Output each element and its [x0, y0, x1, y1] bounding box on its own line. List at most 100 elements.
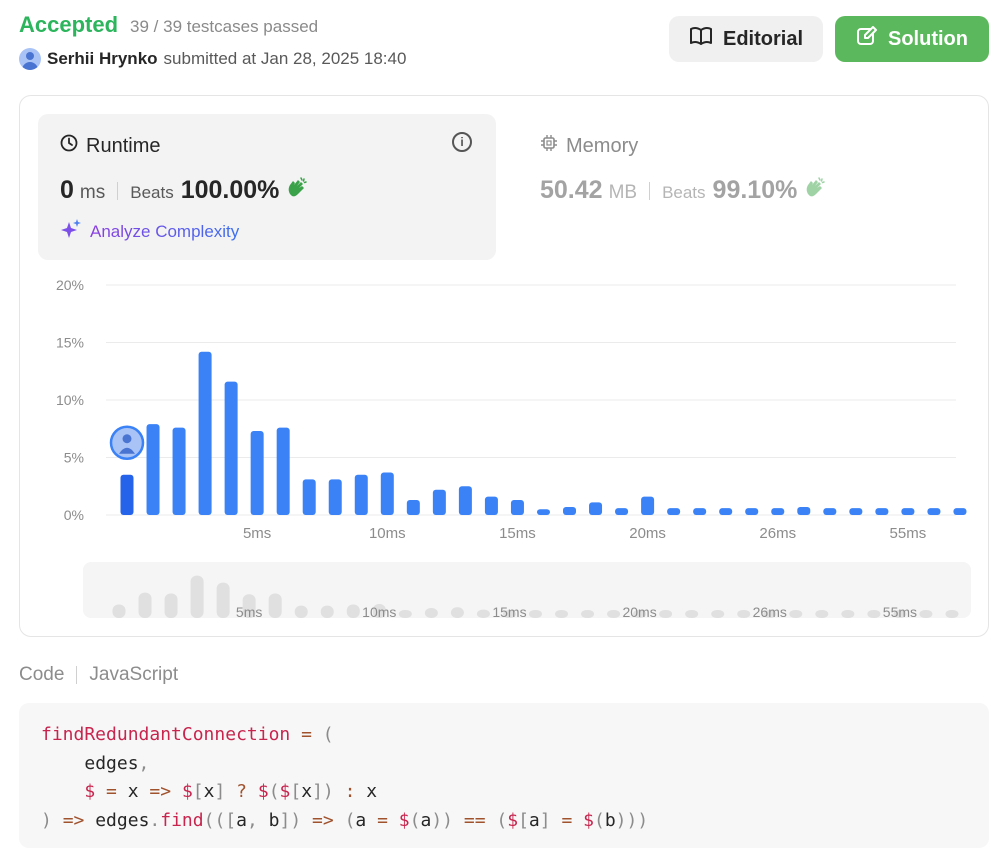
runtime-bar [771, 508, 785, 515]
submitted-time: submitted at Jan 28, 2025 18:40 [163, 49, 407, 68]
solution-label: Solution [888, 27, 968, 50]
x-tick-label: 55ms [890, 525, 927, 542]
overview-bar [945, 610, 959, 618]
runtime-bar [745, 508, 759, 515]
runtime-bar [615, 508, 629, 515]
overview-bar [268, 593, 282, 618]
runtime-bar [927, 508, 941, 515]
overview-tick-label: 15ms [492, 604, 526, 620]
runtime-bar [693, 508, 707, 515]
overview-bar [607, 610, 621, 618]
runtime-bar [510, 500, 524, 515]
runtime-bar [641, 496, 655, 515]
runtime-bar [589, 502, 603, 515]
y-tick-label: 0% [64, 507, 84, 523]
y-tick-label: 5% [64, 450, 84, 466]
status-accepted: Accepted [19, 12, 119, 37]
overview-bar [450, 607, 464, 618]
runtime-bar [536, 509, 550, 515]
overview-bar [919, 610, 933, 618]
code-block[interactable]: findRedundantConnection = ( edges, $ = x… [19, 703, 989, 848]
submitter-name[interactable]: Serhii Hrynko [47, 49, 158, 69]
overview-bar [528, 610, 542, 618]
book-icon [689, 26, 713, 52]
overview-bar [398, 610, 412, 618]
runtime-bar [380, 472, 394, 515]
runtime-bar [953, 508, 967, 515]
x-tick-label: 5ms [243, 525, 271, 542]
overview-bar [789, 610, 803, 618]
overview-tick-label: 5ms [236, 604, 262, 620]
runtime-bar [224, 381, 238, 515]
runtime-bar [328, 479, 342, 515]
runtime-bar [901, 508, 915, 515]
runtime-bar [875, 508, 889, 515]
overview-bar [320, 605, 334, 618]
x-tick-label: 20ms [629, 525, 666, 542]
y-tick-label: 20% [56, 277, 84, 293]
code-line: $ = x => $[x] ? $($[x]) : x [84, 781, 378, 803]
status-line: Accepted 39 / 39 testcases passed [19, 12, 318, 38]
runtime-bar [484, 496, 498, 515]
runtime-bar [354, 474, 368, 515]
user-marker-head [122, 434, 132, 444]
runtime-bar [823, 508, 837, 515]
runtime-bar [146, 424, 160, 515]
runtime-bar [172, 427, 186, 515]
overview-tick-label: 55ms [883, 604, 917, 620]
chart-overview-navigator [83, 562, 971, 618]
runtime-bar [432, 489, 446, 515]
overview-bar [138, 592, 152, 618]
runtime-bar [250, 431, 264, 515]
testcases-count: 39 / 39 testcases passed [130, 17, 319, 36]
y-tick-label: 15% [56, 335, 84, 351]
runtime-bar [667, 508, 681, 515]
overview-bar [294, 605, 308, 618]
overview-bar [711, 610, 725, 618]
overview-bar [867, 610, 881, 618]
edit-icon [856, 25, 878, 53]
overview-bar [555, 610, 569, 618]
result-card: Runtime i 0 ms Beats 100.00% Analyze Com… [19, 95, 989, 637]
runtime-distribution-chart[interactable]: 0% 5% 10% 15% 20% 5ms 10ms 15ms 20ms 26ms 55ms 5ms 1… [20, 96, 988, 636]
submitter-line: Serhii Hrynko submitted at Jan 28, 2025 … [19, 48, 406, 70]
code-header: Code JavaScript [19, 664, 178, 686]
runtime-bar [406, 500, 420, 515]
editorial-label: Editorial [722, 27, 803, 50]
solution-button[interactable]: Solution [835, 16, 989, 62]
overview-bar [815, 610, 829, 618]
editorial-button[interactable]: Editorial [669, 16, 823, 62]
runtime-bar [849, 508, 863, 515]
runtime-bar [458, 486, 472, 515]
runtime-bar [563, 506, 577, 515]
overview-tick-label: 20ms [622, 604, 656, 620]
overview-bar [841, 610, 855, 618]
code-line: ) => edges.find(([a, b]) => (a = $(a)) =… [41, 809, 649, 831]
overview-bar [424, 608, 438, 618]
overview-bar [190, 575, 204, 618]
x-tick-label: 10ms [369, 525, 406, 542]
overview-bar [476, 609, 490, 618]
code-line: findRedundantConnection = ( [41, 724, 334, 745]
overview-bar [581, 610, 595, 618]
overview-bar [737, 610, 751, 618]
overview-bar [685, 610, 699, 618]
overview-bar [216, 582, 230, 618]
runtime-bar [120, 474, 134, 515]
overview-bar [164, 593, 178, 618]
submission-header: Accepted 39 / 39 testcases passed Serhii… [19, 12, 989, 72]
runtime-bar [797, 506, 811, 515]
code-language[interactable]: JavaScript [89, 664, 178, 686]
overview-tick-label: 26ms [753, 604, 787, 620]
x-tick-label: 26ms [759, 525, 796, 542]
runtime-bar [719, 508, 733, 515]
x-tick-label: 15ms [499, 525, 536, 542]
runtime-bar [276, 427, 290, 515]
code-line: edges, [84, 752, 150, 774]
runtime-bar [198, 351, 212, 515]
overview-bar [346, 604, 360, 618]
user-avatar[interactable] [19, 48, 41, 70]
overview-tick-label: 10ms [362, 604, 396, 620]
runtime-bar [302, 479, 316, 515]
overview-bar [659, 610, 673, 618]
